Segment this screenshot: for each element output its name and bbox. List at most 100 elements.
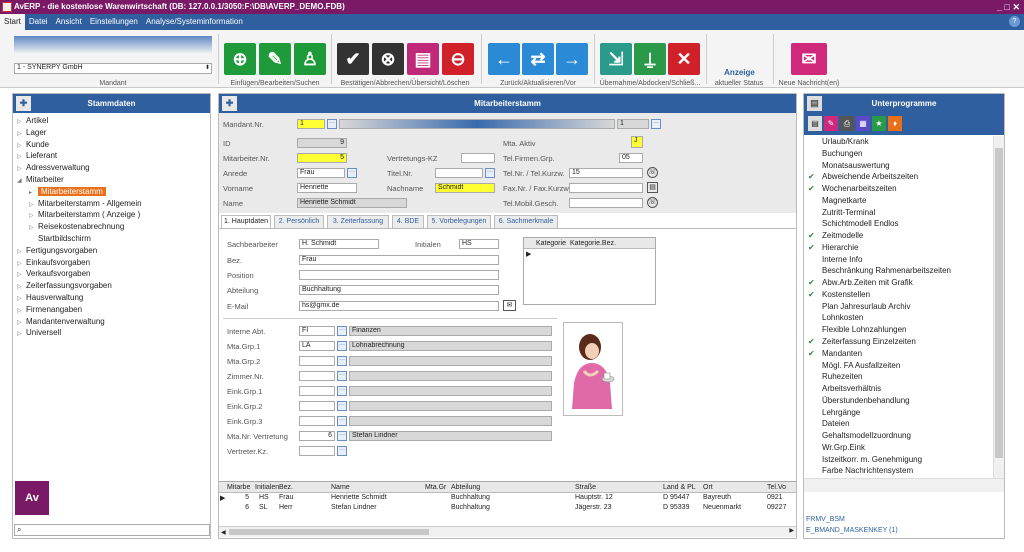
tree-item[interactable]: ▸ Mitarbeiterstamm [17,186,210,198]
abteilung-field[interactable]: Buchhaltung [299,285,499,295]
expand-icon[interactable]: ◢ [17,176,26,188]
email-field[interactable]: hs@gmx.de [299,301,499,311]
table-row[interactable]: 6 SL Herr Stefan Lindner Buchhaltung Jägerstr… [219,503,796,513]
sub-field-value[interactable] [299,416,335,426]
overview-button[interactable]: ▤ [407,43,439,75]
unterprogramm-item[interactable]: Schichtmodell Endlos [804,218,992,230]
unterprogramm-item[interactable]: Ruhezeiten [804,371,992,383]
confirm-button[interactable]: ✔ [337,43,369,75]
unterprogramm-item[interactable]: ✔ Wochenarbeitszeiten [804,183,992,195]
unterprogramm-item[interactable]: Gehaltsmodellzuordnung [804,430,992,442]
menu-start[interactable]: Start [0,14,25,30]
unterprogramm-item[interactable]: Lehrgänge [804,407,992,419]
unterprogramm-item[interactable]: ✔ Zeiterfassung Einzelzeiten [804,336,992,348]
tree-item[interactable]: ▷ Einkaufsvorgaben [17,257,210,269]
lookup-button[interactable]: ··· [337,401,347,411]
new-message-button[interactable]: ✉ [791,43,827,75]
tab-bde[interactable]: 4. BDE [392,215,424,228]
insert-button[interactable]: ⊕ [224,43,256,75]
clipboard-icon[interactable]: ▤ [807,96,822,111]
unterprogramm-item[interactable]: Urlaub/Krank [804,136,992,148]
tree-item[interactable]: ▷ Mitarbeiterstamm - Allgemein [17,198,210,210]
tree-item[interactable]: ▷ Verkaufsvorgaben [17,268,210,280]
sub-field-value[interactable]: LA [299,341,335,351]
print-icon[interactable]: ⎙ [840,116,854,131]
lookup-button[interactable]: ··· [337,326,347,336]
unterprogramm-item[interactable]: Monatsauswertung [804,160,992,172]
tree-item[interactable]: ◢ Mitarbeiter [17,174,210,186]
unterprogramm-item[interactable]: Überstundenbehandlung [804,395,992,407]
position-field[interactable] [299,270,499,280]
lookup-button[interactable]: ··· [347,168,357,178]
ma-nr-field[interactable]: 5 [297,153,347,163]
grid-col-header[interactable]: Straße [575,484,596,491]
help-icon[interactable]: ? [1009,16,1020,27]
tab-hauptdaten[interactable]: 1. Hauptdaten [221,215,271,228]
grid-col-header[interactable]: Mitarbe [227,484,250,491]
refresh-button[interactable]: ⇄ [522,43,554,75]
unterprogramm-item[interactable]: Magnetkarte [804,195,992,207]
window-controls[interactable]: _ □ ✕ [997,0,1020,14]
sub-field-value[interactable] [299,446,335,456]
mandant-nr-field[interactable]: 1 [297,119,325,129]
lookup-button[interactable]: ··· [337,341,347,351]
unterprogramm-item[interactable]: Arbeitsverhältnis [804,383,992,395]
right-vscrollbar[interactable] [993,136,1004,478]
delete-button[interactable]: ⊖ [442,43,474,75]
grid-col-header[interactable]: Tel.Vo [767,484,786,491]
tree-item[interactable]: ▷ Kunde [17,139,210,151]
back-button[interactable]: ← [488,43,520,75]
lookup-button[interactable]: ··· [337,431,347,441]
lookup-button[interactable]: ··· [337,416,347,426]
initialen-field[interactable]: HS [459,239,499,249]
unterprogramm-item[interactable]: Flexible Lohnzahlungen [804,324,992,336]
lookup-button[interactable]: ··· [327,119,337,129]
mobil-field[interactable] [569,198,643,208]
grid-col-header[interactable]: Abteilung [451,484,480,491]
tree-item[interactable]: ▷ Lager [17,127,210,139]
nachname-field[interactable]: Schmidt [435,183,495,193]
tab-vorbelegungen[interactable]: 5. Vorbelegungen [427,215,491,228]
tree-item[interactable]: ▷ Zeiterfassungsvorgaben [17,280,210,292]
right-hscrollbar[interactable] [804,478,1004,492]
grid-col-header[interactable]: Name [331,484,350,491]
scroll-right-icon[interactable]: ▶ [789,527,794,534]
vertretungs-field[interactable] [461,153,495,163]
tree-item[interactable]: ▷ Fertigungsvorgaben [17,245,210,257]
table-row[interactable]: ▶ 5 HS Frau Henriette Schmidt Buchhaltung Haup… [219,493,796,503]
tree-item[interactable]: ▷ Firmenangaben [17,304,210,316]
unterprogramm-item[interactable]: ✔ Hierarchie [804,242,992,254]
unterprogramm-item[interactable]: Wr.Grp.Eink [804,442,992,454]
tree-item[interactable]: ▷ Adressverwaltung [17,162,210,174]
sub-field-value[interactable]: FI [299,326,335,336]
mail-icon[interactable]: ✉ [503,300,516,311]
tab-sachmerkmale[interactable]: 6. Sachmerkmale [494,215,558,228]
grid-icon[interactable]: ▦ [856,116,870,131]
list-icon[interactable]: ▤ [808,116,822,131]
tab-persoenlich[interactable]: 2. Persönlich [274,215,324,228]
right-vscroll-thumb[interactable] [995,148,1003,458]
search-user-button[interactable]: ♙ [294,43,326,75]
grid-hscrollbar[interactable]: ◀ ▶ [219,526,796,537]
vorname-field[interactable]: Henriette [297,183,357,193]
unterprogramm-item[interactable]: Farbe Nachrichtensystem [804,465,992,477]
lookup-button[interactable]: ··· [337,386,347,396]
tree-item[interactable]: ▷ Mitarbeiterstamm ( Anzeige ) [17,209,210,221]
titel-field[interactable] [435,168,483,178]
left-search-input[interactable]: ⌕ [14,524,210,536]
grid-col-header[interactable]: Ort [703,484,713,491]
edit-button[interactable]: ✎ [259,43,291,75]
pin-icon[interactable]: ✚ [16,96,31,111]
tel-firmen-grp-field[interactable]: 05 [619,153,643,163]
unterprogramm-item[interactable]: Mögl. FA Ausfallzeiten [804,360,992,372]
tree-item[interactable]: ▷ Universell [17,327,210,339]
takeover-button[interactable]: ⇲ [600,43,632,75]
fax-icon[interactable]: ▤ [647,182,658,193]
pin-icon[interactable]: ✚ [222,96,237,111]
unterprogramm-item[interactable]: Beschränkung Rahmenarbeitszeiten [804,265,992,277]
menu-datei[interactable]: Datei [25,14,52,30]
star-icon[interactable]: ★ [872,116,886,131]
fax-field[interactable] [569,183,643,193]
unterprogramm-item[interactable]: ✔ Zeitmodelle [804,230,992,242]
bulb-icon[interactable]: ♦ [888,116,902,131]
